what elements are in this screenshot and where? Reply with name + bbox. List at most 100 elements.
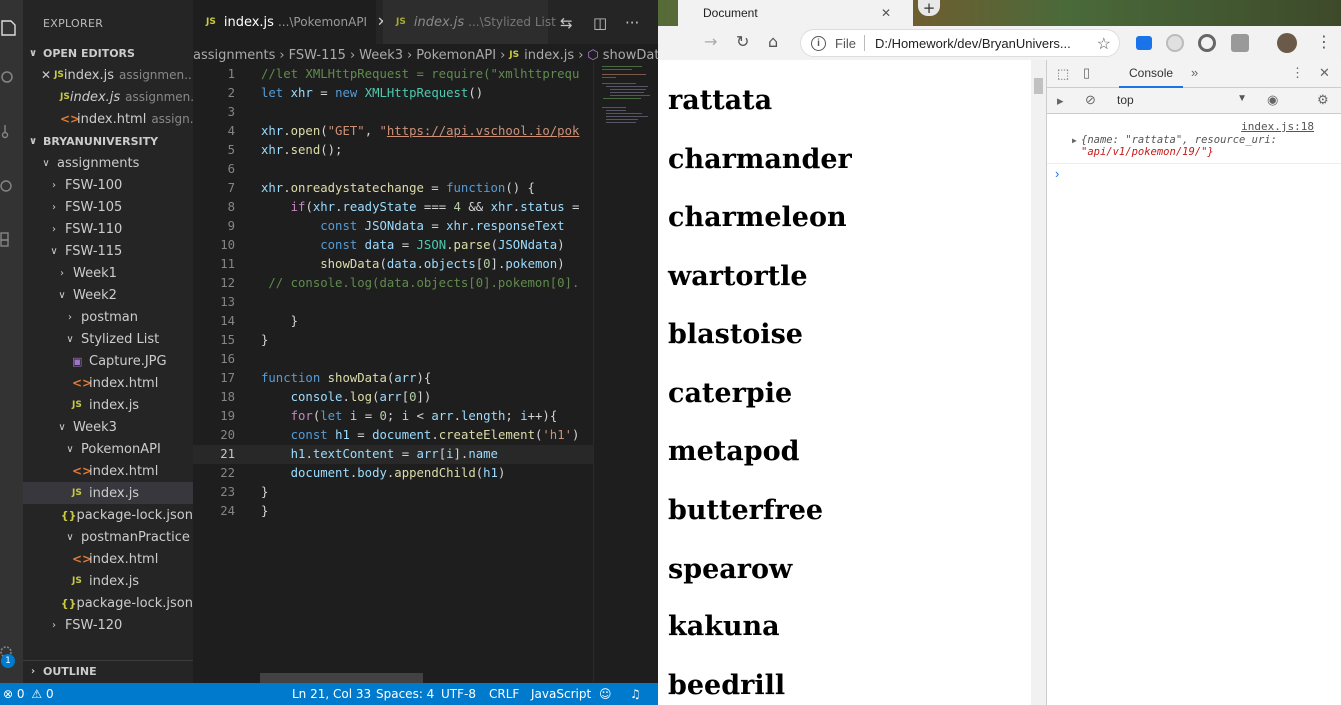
tree-file-package-lock[interactable]: {} package-lock.json bbox=[23, 504, 193, 526]
tree-file-index-html[interactable]: <> index.html bbox=[23, 372, 193, 394]
line-number: 14 bbox=[220, 314, 235, 328]
extensions-icon[interactable] bbox=[0, 224, 23, 252]
breadcrumb-item[interactable]: showData bbox=[603, 48, 658, 63]
encoding[interactable]: UTF-8 bbox=[441, 687, 476, 701]
indentation[interactable]: Spaces: 4 bbox=[376, 687, 434, 701]
bell-icon[interactable]: ♫ bbox=[630, 687, 641, 701]
sidebar-toggle-icon[interactable]: ▸ bbox=[1057, 93, 1064, 109]
tree-folder-fsw-105[interactable]: › FSW-105 bbox=[23, 196, 193, 218]
reload-icon[interactable]: ↻ bbox=[736, 32, 749, 51]
breadcrumb-item[interactable]: index.js bbox=[524, 48, 574, 63]
line-ending[interactable]: CRLF bbox=[489, 687, 519, 701]
search-icon[interactable] bbox=[0, 64, 23, 92]
tree-folder-postmanpractice[interactable]: ∨ postmanPractice bbox=[23, 526, 193, 548]
extension-target-icon[interactable] bbox=[1198, 34, 1216, 52]
open-editor-desc: assign... bbox=[151, 112, 193, 126]
horizontal-scrollbar[interactable] bbox=[260, 673, 423, 683]
breadcrumb-item[interactable]: FSW-115 bbox=[289, 48, 346, 63]
chevron-down-icon: ∨ bbox=[66, 333, 74, 345]
close-icon[interactable]: ✕ bbox=[41, 68, 51, 82]
extension-icon[interactable] bbox=[1231, 34, 1249, 52]
tree-file-index-js[interactable]: JS index.js bbox=[23, 394, 193, 416]
forward-icon[interactable]: → bbox=[704, 32, 717, 51]
more-tabs-icon[interactable]: » bbox=[1191, 65, 1198, 80]
tree-folder-week1[interactable]: › Week1 bbox=[23, 262, 193, 284]
kebab-menu-icon[interactable]: ⋮ bbox=[1291, 65, 1304, 81]
line-number: 2 bbox=[227, 86, 235, 100]
problems-indicator[interactable]: ⊗ 0 ⚠ 0 bbox=[3, 687, 54, 701]
profile-avatar[interactable] bbox=[1277, 33, 1297, 53]
context-selector[interactable]: top ▼ bbox=[1117, 93, 1247, 109]
compare-changes-icon[interactable]: ⇆ bbox=[560, 14, 573, 32]
console-tab[interactable]: Console bbox=[1119, 60, 1184, 88]
code-editor[interactable]: 1//let XMLHttpRequest = require("xmlhttp… bbox=[193, 62, 593, 682]
clear-console-icon[interactable]: ⊘ bbox=[1085, 92, 1096, 108]
more-actions-icon[interactable]: ··· bbox=[625, 14, 639, 32]
tree-file-capture[interactable]: ▣ Capture.JPG bbox=[23, 350, 193, 372]
split-editor-icon[interactable]: ◫ bbox=[593, 14, 607, 32]
eye-icon[interactable]: ◉ bbox=[1267, 92, 1278, 108]
page-scrollbar[interactable] bbox=[1031, 60, 1046, 705]
workspace-title: BRYANUNIVERSITY bbox=[43, 134, 159, 148]
new-tab-button[interactable]: + bbox=[918, 0, 940, 17]
line-number: 22 bbox=[220, 466, 235, 480]
tree-file-index-js[interactable]: JS index.js bbox=[23, 570, 193, 592]
tree-folder-postman[interactable]: › postman bbox=[23, 306, 193, 328]
tree-file-index-html[interactable]: <> index.html bbox=[23, 548, 193, 570]
tree-folder-assignments[interactable]: ∨ assignments bbox=[23, 152, 193, 174]
bookmark-star-icon[interactable]: ☆ bbox=[1097, 34, 1111, 54]
minimap[interactable] bbox=[593, 62, 658, 682]
tree-file-index-js-selected[interactable]: JS index.js bbox=[23, 482, 193, 504]
close-tab-icon[interactable]: ✕ bbox=[881, 6, 891, 20]
tree-folder-week2[interactable]: ∨ Week2 bbox=[23, 284, 193, 306]
editor-tab[interactable]: JS index.js ...\Stylized List bbox=[383, 0, 556, 44]
tree-file-index-html[interactable]: <> index.html bbox=[23, 460, 193, 482]
extension-video-icon[interactable] bbox=[1136, 36, 1152, 50]
breadcrumb-item[interactable]: assignments bbox=[193, 48, 275, 63]
breadcrumb-item[interactable]: Week3 bbox=[359, 48, 403, 63]
breadcrumb-item[interactable]: PokemonAPI bbox=[416, 48, 496, 63]
editor-tab-active[interactable]: JS index.js ...\PokemonAPI ✕ bbox=[193, 0, 388, 44]
pokemon-heading: rattata bbox=[668, 85, 773, 116]
open-editor-item[interactable]: JS index.js assignmen... bbox=[23, 86, 193, 108]
tree-folder-fsw-100[interactable]: › FSW-100 bbox=[23, 174, 193, 196]
open-editor-item[interactable]: ✕ JS index.js assignmen... bbox=[23, 64, 193, 86]
settings-gear-icon[interactable]: ⚙ bbox=[1317, 92, 1329, 108]
outline-header[interactable]: › OUTLINE bbox=[23, 660, 193, 682]
home-icon[interactable]: ⌂ bbox=[768, 32, 778, 51]
debug-icon[interactable] bbox=[0, 172, 23, 200]
tree-folder-week3[interactable]: ∨ Week3 bbox=[23, 416, 193, 438]
tree-label: FSW-120 bbox=[65, 617, 123, 633]
tree-folder-stylized-list[interactable]: ∨ Stylized List bbox=[23, 328, 193, 350]
tree-label: Week1 bbox=[73, 265, 117, 281]
tab-strip: Document ✕ + bbox=[658, 0, 1341, 26]
language-mode[interactable]: JavaScript bbox=[531, 687, 591, 701]
tree-folder-pokemonapi[interactable]: ∨ PokemonAPI bbox=[23, 438, 193, 460]
chevron-right-icon: › bbox=[30, 666, 36, 677]
source-control-icon[interactable] bbox=[0, 118, 23, 146]
console-log-entry[interactable]: index.js:18 ▶ {name: "rattata", resource… bbox=[1047, 114, 1341, 164]
tree-file-package-lock[interactable]: {} package-lock.json bbox=[23, 592, 193, 614]
open-editor-item[interactable]: <> index.html assign... bbox=[23, 108, 193, 130]
tree-folder-fsw-115[interactable]: ∨ FSW-115 bbox=[23, 240, 193, 262]
feedback-icon[interactable]: ☺ bbox=[599, 687, 612, 701]
scrollbar-thumb[interactable] bbox=[1034, 78, 1043, 94]
expand-triangle-icon[interactable]: ▶ bbox=[1072, 136, 1077, 145]
close-devtools-icon[interactable]: ✕ bbox=[1319, 65, 1330, 81]
workspace-header[interactable]: ∨ BRYANUNIVERSITY bbox=[23, 130, 193, 152]
device-toolbar-icon[interactable]: ▯ bbox=[1083, 65, 1090, 81]
files-icon[interactable] bbox=[0, 14, 23, 42]
browser-tab[interactable]: Document ✕ bbox=[678, 0, 913, 26]
log-source-link[interactable]: index.js:18 bbox=[1241, 120, 1314, 133]
inspect-element-icon[interactable]: ⬚ bbox=[1057, 66, 1069, 82]
open-editors-header[interactable]: ∨ OPEN EDITORS bbox=[23, 42, 193, 64]
console-prompt[interactable]: › bbox=[1055, 166, 1059, 181]
address-bar[interactable]: i File D:/Homework/dev/BryanUnivers... ☆ bbox=[800, 29, 1120, 57]
extension-icon[interactable] bbox=[1166, 34, 1184, 52]
tree-folder-fsw-110[interactable]: › FSW-110 bbox=[23, 218, 193, 240]
cursor-position[interactable]: Ln 21, Col 33 bbox=[292, 687, 371, 701]
info-icon[interactable]: i bbox=[811, 35, 826, 51]
chevron-right-icon: › bbox=[349, 47, 356, 63]
menu-kebab-icon[interactable]: ⋮ bbox=[1316, 32, 1332, 51]
tree-folder-fsw-120[interactable]: › FSW-120 bbox=[23, 614, 193, 636]
